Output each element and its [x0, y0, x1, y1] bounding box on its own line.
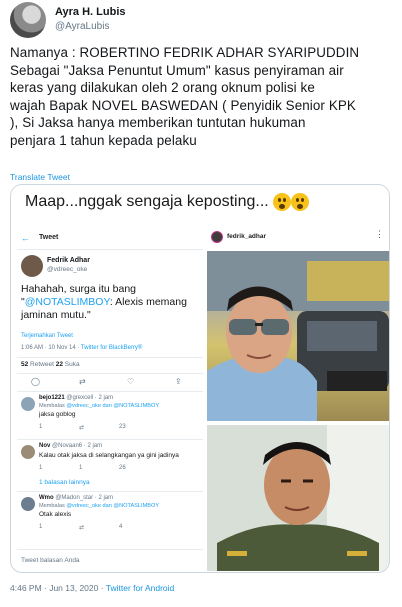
reply-meta: @Madon_star · 2 jam: [55, 495, 114, 501]
reply-avatar: [21, 445, 35, 459]
tweet-text: Namanya : ROBERTINO FEDRIK ADHAR SYARIPU…: [10, 44, 396, 150]
translate-tweet-link[interactable]: Translate Tweet: [10, 172, 70, 182]
reply-header: Wmo @Madon_star · 2 jam: [39, 495, 113, 501]
embedded-mention: @NOTASLIMBOY: [24, 296, 110, 308]
reply-text: Otak alexis: [39, 511, 72, 518]
reply-to-users: @vdreec_oke dan @NOTASLIMBOY: [66, 503, 160, 509]
retweet-count: 52: [21, 361, 29, 368]
embedded-body: Hahahah, surga itu bang "@NOTASLIMBOY: A…: [21, 283, 201, 322]
tweet-line: Namanya : ROBERTINO FEDRIK ADHAR SYARIPU…: [10, 45, 360, 60]
author-avatar[interactable]: [10, 2, 46, 38]
embedded-avatar: [21, 255, 43, 277]
embedded-translate: Terjemahkan Tweet: [21, 333, 73, 339]
like-icon: ♡: [127, 377, 135, 386]
tweet-line: wajah Bapak NOVEL BASWEDAN ( Penyidik Se…: [10, 97, 356, 113]
instagram-avatar: [211, 231, 223, 243]
more-options-icon: ⋮: [375, 229, 384, 239]
reply-to-label: Membalas: [39, 403, 67, 409]
author-handle[interactable]: @AyraLubis: [55, 21, 109, 32]
divider: [17, 439, 203, 440]
like-label: Suka: [64, 361, 80, 368]
author-name[interactable]: Ayra H. Lubis: [55, 6, 126, 18]
reply-count: 1: [39, 465, 43, 471]
media-caption: Maap...nggak sengaja keposting...: [25, 193, 269, 210]
reply-count: 1: [39, 424, 43, 430]
tweet-footer: 4:46 PM · Jun 13, 2020 · Twitter for And…: [10, 583, 174, 593]
tweet-line: Sebagai "Jaksa Penuntut Umum" kasus peny…: [10, 62, 344, 78]
embedded-nav-label: Tweet: [39, 234, 59, 241]
embedded-meta-source: Twitter for BlackBerry®: [80, 345, 143, 351]
reply-to: Membalas @vdreec_oke dan @NOTASLIMBOY: [39, 403, 159, 409]
selfie-photo-illustration: [207, 251, 389, 421]
tweet-line: ), Si Jaksa hanya memberikan tuntutan hu…: [10, 115, 306, 131]
reply-header: bejo1221 @grexcell · 2 jam: [39, 395, 113, 401]
more-replies-link: 1 balasan lainnya: [39, 479, 90, 486]
tweet-media[interactable]: Maap...nggak sengaja keposting... ← Twee…: [10, 184, 390, 573]
reply-item: bejo1221 @grexcell · 2 jam Membalas @vdr…: [17, 395, 203, 439]
embedded-meta: 1:06 AM · 10 Nov 14 · Twitter for BlackB…: [21, 345, 142, 351]
reply-avatar: [21, 497, 35, 511]
divider: [17, 391, 203, 392]
tweet-line: keras yang dilakukan oleh 2 orang oknum …: [10, 80, 315, 96]
tweet-timestamp[interactable]: 4:46 PM · Jun 13, 2020 ·: [10, 583, 106, 593]
tweet-source-link[interactable]: Twitter for Android: [106, 583, 175, 593]
tweet-header: Ayra H. Lubis @AyraLubis: [10, 2, 392, 38]
instagram-screenshot: fedrik_adhar ⋮: [203, 227, 389, 571]
reply-avatar: [21, 397, 35, 411]
like-count: 26: [119, 465, 126, 471]
retweet-count: 1: [79, 465, 83, 471]
embedded-nav-bar: ← Tweet: [17, 227, 203, 249]
reply-meta: @grexcell · 2 jam: [66, 395, 114, 401]
reply-to-label: Membalas: [39, 503, 67, 509]
instagram-header: fedrik_adhar ⋮: [203, 227, 389, 247]
like-count: 4: [119, 524, 123, 530]
reply-header: Nov @Novaan6 · 2 jam: [39, 443, 102, 449]
retweet-icon: ⇄: [79, 425, 85, 431]
embedded-meta-time: 1:06 AM · 10 Nov 14 ·: [21, 345, 81, 351]
instagram-username: fedrik_adhar: [227, 233, 267, 240]
reply-item: Wmo @Madon_star · 2 jam Membalas @vdreec…: [17, 495, 203, 539]
back-arrow-icon: ←: [21, 233, 30, 243]
reply-user: Nov: [39, 443, 51, 449]
reply-text: Kalau otak jaksa di selangkangan ya gini…: [39, 452, 179, 459]
embedded-counts: 52 Retweet 22 Suka: [21, 361, 80, 368]
reply-text: jaksa goblog: [39, 411, 76, 418]
divider: [17, 549, 203, 550]
flushed-emoji-icon: [291, 193, 309, 211]
reply-user: Wmo: [39, 495, 54, 501]
divider: [17, 491, 203, 492]
divider: [17, 357, 203, 358]
retweet-icon: ⇄: [79, 525, 85, 531]
embedded-name: Fedrik Adhar: [47, 257, 90, 264]
selfie-photo: [207, 251, 389, 421]
share-icon: ⇪: [175, 377, 182, 386]
like-count: 23: [119, 424, 126, 430]
retweet-icon: ⇄: [79, 377, 86, 386]
reply-user: bejo1221: [39, 395, 65, 401]
embedded-tweet-screenshot: ← Tweet Fedrik Adhar @vdreec_oke Hahahah…: [17, 227, 203, 571]
media-caption-bar: Maap...nggak sengaja keposting...: [11, 185, 389, 225]
reply-count: 1: [39, 524, 43, 530]
reply-meta: @Novaan6 · 2 jam: [52, 443, 103, 449]
divider: [17, 249, 203, 250]
flushed-emoji-icon: [273, 193, 291, 211]
tweet-line: penjara 1 tahun kepada pelaku: [10, 132, 197, 148]
reply-icon: ◯: [31, 377, 40, 386]
embedded-actions: ◯ ⇄ ♡ ⇪: [17, 377, 203, 391]
retweet-label: Retweet: [30, 361, 54, 368]
embedded-handle: @vdreec_oke: [47, 266, 88, 273]
like-count: 22: [55, 361, 63, 368]
reply-to: Membalas @vdreec_oke dan @NOTASLIMBOY: [39, 503, 159, 509]
reply-input-placeholder: Tweet balasan Anda: [21, 557, 80, 564]
uniform-photo-illustration: [207, 425, 389, 571]
uniform-photo: [207, 425, 389, 571]
divider: [17, 373, 203, 374]
reply-to-users: @vdreec_oke dan @NOTASLIMBOY: [66, 403, 160, 409]
